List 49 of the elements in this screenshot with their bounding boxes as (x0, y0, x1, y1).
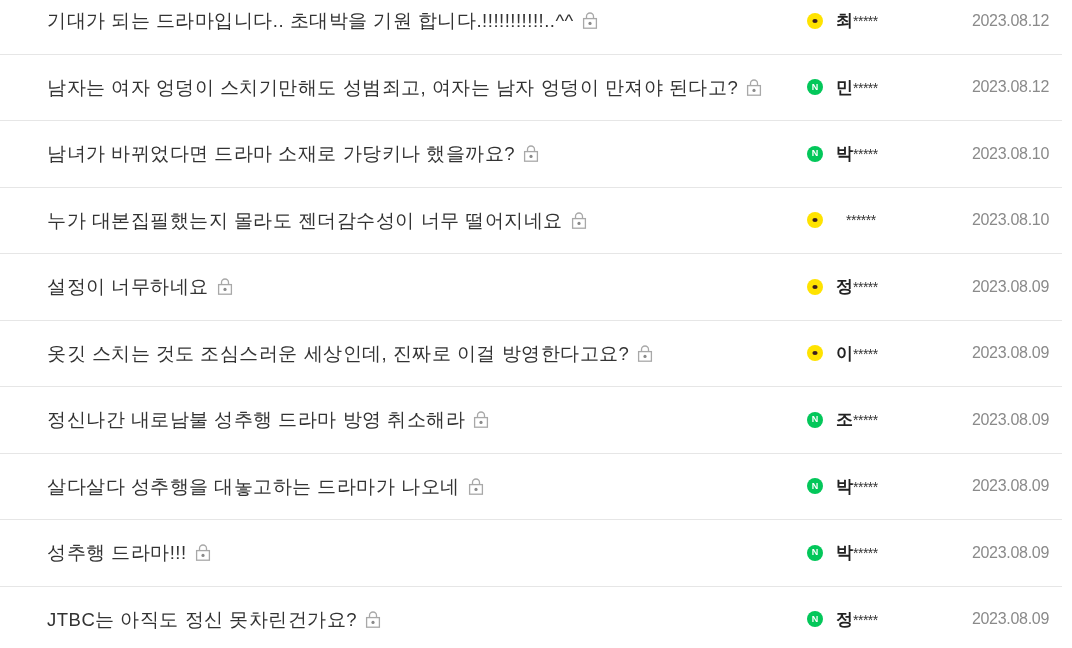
post-title[interactable]: 정신나간 내로남불 성추행 드라마 방영 취소해라 (47, 407, 466, 433)
letter-n-icon: N (807, 478, 823, 495)
author-mask: ***** (853, 146, 878, 163)
author-mask: ***** (853, 13, 878, 30)
post-date: 2023.08.09 (971, 543, 1049, 561)
author-mask: ***** (853, 412, 878, 429)
author-initial: 이 (836, 342, 853, 365)
author-initial: 조 (836, 409, 853, 432)
author-initial: 박 (836, 542, 853, 565)
letter-n-icon: N (807, 544, 823, 561)
author-initial: 민 (836, 76, 853, 99)
post-title[interactable]: JTBC는 아직도 정신 못차린건가요? (47, 606, 357, 632)
author-initial: 박 (836, 475, 853, 498)
post-title[interactable]: 살다살다 성추행을 대놓고하는 드라마가 나오네 (47, 473, 460, 499)
post-title[interactable]: 설정이 너무하네요 (47, 274, 209, 300)
author-initial: 박 (836, 143, 853, 166)
post-date: 2023.08.09 (971, 410, 1049, 428)
letter-n-icon: N (807, 611, 823, 628)
post-title[interactable]: 기대가 되는 드라마입니다.. 초대박을 기원 합니다.!!!!!!!!!!!..^^ (47, 8, 574, 34)
dot-circle-icon (807, 212, 823, 229)
author-mask: ***** (853, 478, 878, 495)
author-initial: 최 (836, 10, 853, 33)
letter-n-icon: N (807, 79, 823, 96)
author-initial: 정 (836, 276, 853, 299)
author-initial: 정 (836, 608, 853, 631)
post-date: 2023.08.12 (971, 78, 1049, 96)
post-date: 2023.08.12 (971, 11, 1049, 29)
post-date: 2023.08.10 (971, 211, 1049, 229)
post-title[interactable]: 성추행 드라마!!! (47, 540, 187, 566)
post-title[interactable]: 누가 대본집필했는지 몰라도 젠더감수성이 너무 떨어지네요 (47, 207, 563, 233)
author-mask: ***** (853, 79, 878, 96)
author-mask: ***** (853, 279, 878, 296)
dot-circle-icon (807, 345, 823, 362)
post-date: 2023.08.09 (971, 477, 1049, 495)
post-date: 2023.08.09 (971, 610, 1049, 628)
letter-n-icon: N (807, 145, 823, 162)
letter-n-icon: N (807, 411, 823, 428)
author-mask: ****** (846, 212, 876, 229)
post-title[interactable]: 남녀가 바뀌었다면 드라마 소재로 가당키나 했을까요? (47, 141, 515, 167)
dot-circle-icon (807, 278, 823, 295)
author-mask: ***** (853, 611, 878, 628)
author-mask: ***** (853, 345, 878, 362)
post-title[interactable]: 옷깃 스치는 것도 조심스러운 세상인데, 진짜로 이걸 방영한다고요? (47, 340, 630, 366)
post-title[interactable]: 남자는 여자 엉덩이 스치기만해도 성범죄고, 여자는 남자 엉덩이 만져야 된다고? (47, 74, 739, 100)
post-date: 2023.08.10 (971, 144, 1049, 162)
author-mask: ***** (853, 545, 878, 562)
post-date: 2023.08.09 (971, 344, 1049, 362)
dot-circle-icon (807, 12, 823, 29)
post-date: 2023.08.09 (971, 277, 1049, 295)
